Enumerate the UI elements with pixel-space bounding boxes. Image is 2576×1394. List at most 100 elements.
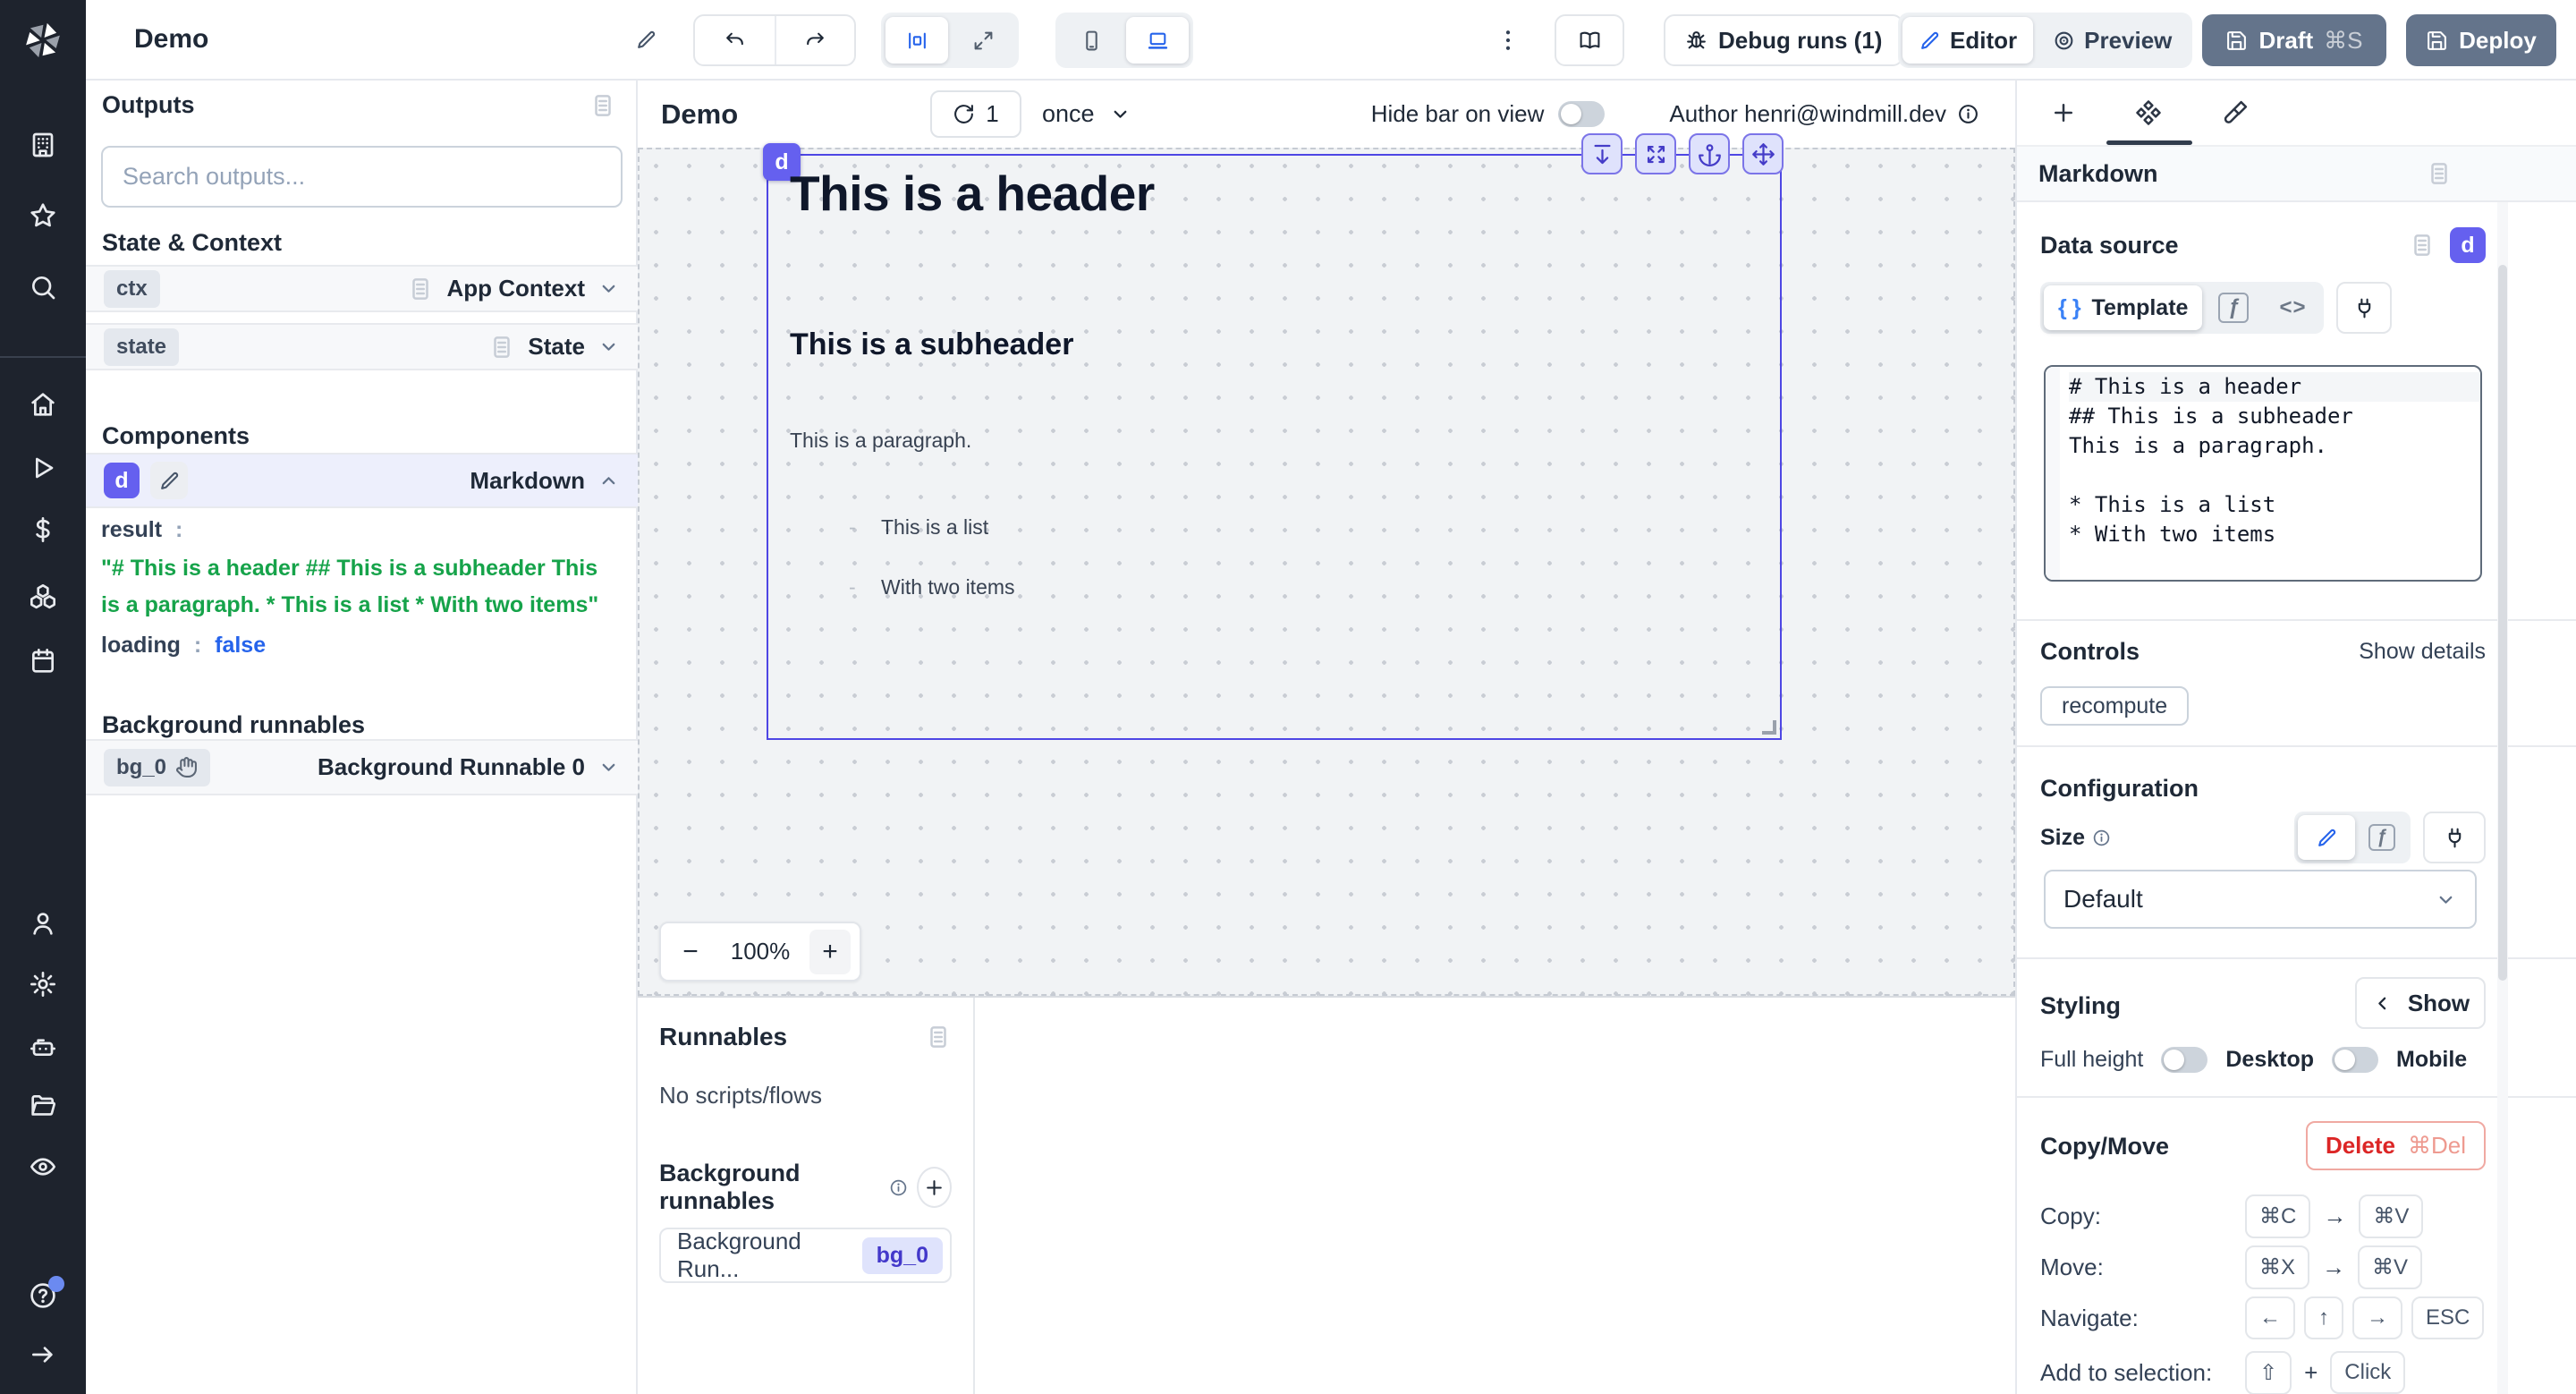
markdown-rendered-content: This is a header This is a subheader Thi…	[768, 156, 1780, 738]
docs-button[interactable]	[1555, 14, 1624, 66]
info-icon[interactable]	[889, 1178, 908, 1197]
show-details-link[interactable]: Show details	[2359, 639, 2486, 665]
chevron-down-icon[interactable]	[597, 756, 620, 778]
edit-component-id-button[interactable]	[150, 462, 188, 499]
redo-button[interactable]	[775, 16, 854, 64]
desktop-view-button[interactable]	[1126, 17, 1189, 64]
chevron-up-icon[interactable]	[597, 470, 620, 492]
ctx-row[interactable]: ctx App Context	[86, 265, 638, 312]
undo-button[interactable]	[695, 16, 775, 64]
static-mode-button[interactable]	[2298, 815, 2355, 860]
zoom-in-button[interactable]: +	[809, 930, 851, 974]
refresh-interval-dropdown[interactable]: once	[1042, 90, 1131, 138]
tab-global-styling[interactable]	[2214, 93, 2257, 132]
background-runnable-item[interactable]: Background Run... bg_0	[659, 1228, 952, 1283]
workers-robot-icon[interactable]	[29, 1033, 57, 1061]
delete-component-button[interactable]: Delete ⌘Del	[2306, 1121, 2486, 1170]
debug-runs-button[interactable]: Debug runs (1)	[1664, 14, 1903, 66]
shortcut-keys: ⌘X→⌘V	[2245, 1245, 2422, 1289]
search-outputs-input[interactable]	[101, 146, 623, 208]
connect-plug-button[interactable]	[2423, 812, 2486, 863]
code-line[interactable]: ## This is a subheader	[2069, 402, 2480, 431]
resize-handle[interactable]	[1762, 720, 1776, 735]
plus-icon	[923, 1177, 945, 1199]
size-select[interactable]: Default	[2044, 870, 2477, 929]
add-background-runnable-button[interactable]	[917, 1167, 952, 1208]
template-code-editor[interactable]: # This is a header## This is a subheader…	[2044, 365, 2482, 582]
home-icon[interactable]	[29, 390, 57, 419]
more-menu-button[interactable]	[1490, 20, 1526, 61]
draft-button[interactable]: Draft ⌘S	[2202, 14, 2386, 66]
tab-editor[interactable]: Editor	[1902, 17, 2033, 64]
state-row[interactable]: state State	[86, 323, 638, 370]
rename-app-button[interactable]	[626, 20, 665, 59]
panel-doc-icon[interactable]	[589, 92, 616, 119]
code-line[interactable]: * This is a list	[2069, 490, 2480, 520]
user-icon[interactable]	[29, 909, 57, 938]
hide-bar-toggle[interactable]	[1558, 101, 1605, 127]
connect-plug-button[interactable]	[2336, 282, 2392, 334]
editor-content[interactable]: # This is a header## This is a subheader…	[2060, 367, 2480, 580]
state-chip: state	[104, 328, 179, 366]
bg0-row[interactable]: bg_0 Background Runnable 0	[86, 739, 638, 795]
deploy-button[interactable]: Deploy	[2406, 14, 2556, 66]
workspace-icon[interactable]	[29, 131, 57, 159]
markdown-paragraph: This is a paragraph.	[790, 429, 1758, 453]
function-mode-button[interactable]: ƒ	[2204, 285, 2263, 330]
runs-icon[interactable]	[29, 454, 57, 482]
desktop-toggle[interactable]	[2332, 1047, 2378, 1073]
search-icon[interactable]	[29, 273, 57, 302]
panel-doc-icon[interactable]	[925, 1024, 952, 1050]
settings-gear-icon[interactable]	[29, 970, 57, 999]
info-icon[interactable]	[2092, 829, 2111, 847]
code-line[interactable]: * With two items	[2069, 520, 2480, 549]
panel-scrollbar[interactable]	[2497, 202, 2508, 1394]
code-line[interactable]: # This is a header	[2069, 372, 2480, 402]
app-canvas[interactable]: d This is a header This is a subheader T…	[638, 148, 2015, 996]
tab-component-settings[interactable]	[2127, 93, 2170, 132]
panel-doc-icon[interactable]	[2426, 160, 2453, 187]
preview-label: Preview	[2084, 27, 2172, 55]
refresh-count-button[interactable]: 1	[930, 90, 1021, 138]
tab-insert-component[interactable]	[2042, 93, 2085, 132]
source-mode-toggle: { } Template ƒ <>	[2040, 282, 2324, 334]
info-icon[interactable]	[1957, 103, 1979, 125]
zoom-out-button[interactable]: −	[670, 930, 711, 974]
settings-body: Data source d { } Template ƒ <>	[2017, 202, 2576, 1394]
code-line[interactable]	[2069, 461, 2480, 490]
mobile-view-button[interactable]	[1060, 17, 1123, 64]
folders-icon[interactable]	[29, 1092, 57, 1120]
favorites-icon[interactable]	[29, 201, 57, 230]
help-icon[interactable]	[29, 1281, 57, 1310]
code-line[interactable]: This is a paragraph.	[2069, 431, 2480, 461]
chevron-down-icon[interactable]	[597, 277, 620, 300]
variables-icon[interactable]	[29, 515, 57, 544]
undo-icon	[724, 30, 746, 52]
tab-preview[interactable]: Preview	[2037, 17, 2188, 64]
schedules-icon[interactable]	[29, 647, 57, 676]
delete-shortcut: ⌘Del	[2408, 1132, 2466, 1160]
plus-icon	[2050, 99, 2077, 126]
recompute-button[interactable]: recompute	[2040, 686, 2189, 726]
audit-eye-icon[interactable]	[29, 1152, 57, 1181]
template-mode-button[interactable]: { } Template	[2044, 285, 2202, 330]
plug-icon	[2353, 297, 2376, 319]
eval-mode-button[interactable]: ƒ	[2357, 815, 2407, 860]
chevron-down-icon[interactable]	[597, 336, 620, 358]
markdown-component-selected[interactable]: d This is a header This is a subheader T…	[767, 154, 1782, 740]
windmill-logo[interactable]	[0, 0, 86, 81]
doc-icon[interactable]	[2409, 232, 2436, 259]
full-width-button[interactable]	[952, 17, 1014, 64]
component-d-row[interactable]: d Markdown	[86, 453, 638, 508]
centered-layout-button[interactable]	[886, 17, 948, 64]
size-label: Size	[2040, 825, 2085, 851]
expression-mode-button[interactable]: <>	[2265, 285, 2320, 330]
styling-show-button[interactable]: Show	[2355, 977, 2486, 1029]
resources-icon[interactable]	[29, 582, 57, 611]
full-height-toggle[interactable]	[2161, 1047, 2207, 1073]
windmill-app-editor: Demo Debug runs (1) Editor	[0, 0, 2576, 1394]
collapse-right-icon[interactable]	[29, 1340, 57, 1369]
size-value: Default	[2063, 885, 2143, 914]
divider	[2017, 1096, 2576, 1098]
scrollbar-thumb[interactable]	[2498, 265, 2507, 981]
